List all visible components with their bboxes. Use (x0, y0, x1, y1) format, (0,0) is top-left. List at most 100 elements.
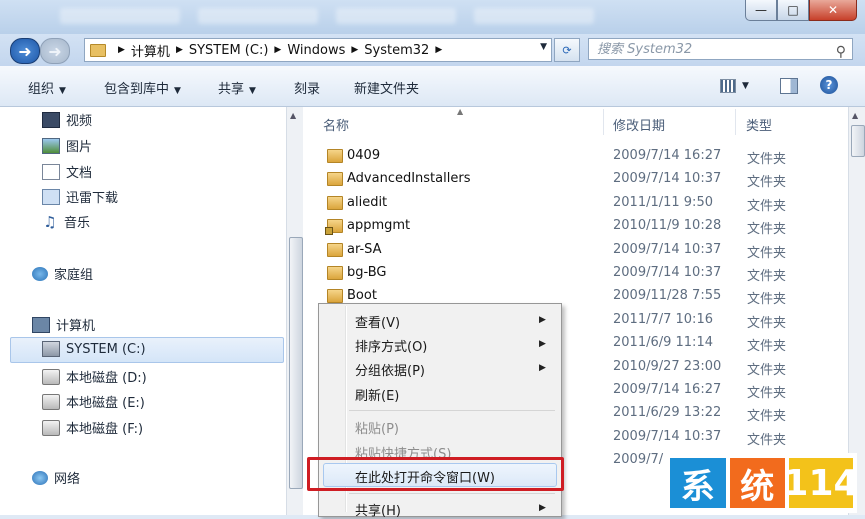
nav-item-music[interactable]: ♫ 音乐 (42, 212, 90, 231)
menu-separator (349, 410, 555, 411)
chevron-right-icon[interactable]: ▶ (435, 45, 442, 55)
disk-icon (42, 368, 60, 385)
system-drive-icon (42, 341, 60, 357)
scroll-up-icon[interactable]: ▲ (290, 111, 296, 120)
nav-item-videos[interactable]: 视频 (42, 110, 92, 129)
file-type: 文件夹 (747, 222, 787, 238)
column-header-type[interactable]: 类型 (746, 115, 772, 134)
breadcrumb-system32[interactable]: System32 (364, 43, 429, 58)
file-row[interactable]: appmgmt 2010/11/9 10:28 文件夹 (323, 215, 848, 238)
scroll-up-icon[interactable]: ▲ (852, 111, 858, 120)
nav-item-pictures[interactable]: 图片 (42, 136, 92, 155)
file-type: 文件夹 (747, 152, 787, 167)
menu-item-sort[interactable]: 排序方式(O) (355, 336, 427, 355)
view-grid-icon (720, 79, 736, 93)
arrow-left-icon: ➜ (18, 41, 32, 61)
file-date: 2011/1/11 9:50 (613, 194, 713, 210)
column-header-name[interactable]: 名称 (323, 115, 349, 134)
nav-item-label: 文档 (66, 166, 93, 181)
sort-arrow-icon: ▲ (457, 107, 464, 116)
chevron-right-icon[interactable]: ▶ (274, 45, 281, 55)
folder-icon (327, 172, 343, 187)
breadcrumb-windows[interactable]: Windows (287, 43, 345, 58)
search-input[interactable]: 搜索 System32 ⚲ (588, 38, 853, 60)
disk-icon (42, 393, 60, 410)
nav-item-downloads[interactable]: 迅雷下载 (42, 187, 118, 206)
nav-item-label: 视频 (66, 114, 93, 129)
menu-item-group[interactable]: 分组依据(P) (355, 360, 425, 379)
help-button[interactable]: ? (820, 76, 838, 94)
close-button[interactable]: ✕ (809, 0, 857, 21)
column-divider[interactable] (603, 109, 604, 135)
breadcrumb-computer[interactable]: 计算机 (131, 41, 170, 60)
share-button[interactable]: 共享 ▼ (218, 78, 256, 97)
address-bar[interactable]: ▶ 计算机 ▶ SYSTEM (C:) ▶ Windows ▶ System32… (84, 38, 552, 62)
chevron-down-icon: ▼ (174, 86, 181, 96)
nav-item-disk-e[interactable]: 本地磁盘 (E:) (42, 392, 145, 411)
nav-item-network[interactable]: 网络 (32, 468, 80, 487)
menu-item-view[interactable]: 查看(V) (355, 312, 400, 331)
file-type: 文件夹 (747, 386, 787, 401)
nav-item-disk-d[interactable]: 本地磁盘 (D:) (42, 367, 147, 386)
search-icon[interactable]: ⚲ (836, 41, 846, 63)
nav-item-label: 本地磁盘 (F:) (66, 422, 144, 437)
back-button[interactable]: ➜ (10, 38, 40, 64)
menu-item-paste[interactable]: 粘贴(P) (355, 418, 399, 437)
preview-pane-button[interactable] (780, 76, 798, 96)
nav-item-computer[interactable]: 计算机 (32, 315, 95, 334)
menu-item-share[interactable]: 共享(H) (355, 500, 401, 519)
minimize-button[interactable]: — (745, 0, 777, 21)
chevron-right-icon[interactable]: ▶ (351, 45, 358, 55)
documents-icon (42, 163, 60, 180)
blurred-taskbar-tabs (60, 8, 620, 28)
watermark-char-2: 统 (729, 458, 785, 508)
chevron-right-icon[interactable]: ▶ (176, 45, 183, 55)
file-date: 2011/7/7 10:16 (613, 311, 713, 327)
nav-item-label: SYSTEM (C:) (66, 341, 146, 357)
file-date: 2009/7/14 10:37 (613, 171, 722, 187)
nav-item-homegroup[interactable]: 家庭组 (32, 264, 93, 283)
address-dropdown-icon[interactable]: ▼ (540, 42, 547, 52)
video-icon (42, 111, 60, 128)
nav-item-label: 本地磁盘 (D:) (66, 371, 147, 386)
column-divider[interactable] (735, 109, 736, 135)
burn-button[interactable]: 刻录 (294, 78, 320, 97)
file-row[interactable]: AdvancedInstallers 2009/7/14 10:37 文件夹 (323, 168, 848, 191)
breadcrumb-system-drive[interactable]: SYSTEM (C:) (189, 43, 269, 58)
file-row[interactable]: bg-BG 2009/7/14 10:37 文件夹 (323, 262, 848, 285)
address-row: ➜ ➜ ▶ 计算机 ▶ SYSTEM (C:) ▶ Windows ▶ Syst… (0, 34, 865, 66)
chevron-down-icon: ▼ (742, 81, 749, 91)
nav-scrollbar[interactable]: ▲ (286, 107, 304, 515)
new-folder-button[interactable]: 新建文件夹 (354, 78, 419, 97)
submenu-arrow-icon: ▶ (539, 339, 546, 349)
forward-button[interactable]: ➜ (40, 38, 70, 64)
nav-item-label: 计算机 (56, 319, 96, 334)
nav-item-disk-f[interactable]: 本地磁盘 (F:) (42, 418, 143, 437)
organize-button[interactable]: 组织 ▼ (28, 78, 66, 97)
file-date: 2010/9/27 23:00 (613, 358, 722, 374)
change-view-button[interactable]: ▼ (720, 76, 749, 96)
file-name: AdvancedInstallers (347, 171, 471, 187)
maximize-button[interactable]: □ (777, 0, 809, 21)
file-row[interactable]: aliedit 2011/1/11 9:50 文件夹 (323, 192, 848, 215)
file-row[interactable]: 0409 2009/7/14 16:27 文件夹 (323, 145, 848, 168)
folder-icon (327, 266, 343, 280)
breadcrumb: ▶ 计算机 ▶ SYSTEM (C:) ▶ Windows ▶ System32… (112, 41, 448, 60)
downloads-icon (42, 188, 60, 205)
file-row[interactable]: ar-SA 2009/7/14 10:37 文件夹 (323, 239, 848, 262)
content-scrollbar-thumb[interactable] (851, 125, 865, 157)
file-type: 文件夹 (747, 198, 787, 214)
file-date: 2009/7/14 10:37 (613, 265, 722, 280)
file-type: 文件夹 (747, 362, 787, 378)
menu-item-refresh[interactable]: 刷新(E) (355, 385, 399, 404)
file-date: 2009/7/14 10:37 (613, 428, 722, 444)
refresh-button[interactable]: ⟳ (554, 38, 580, 62)
include-library-button[interactable]: 包含到库中 ▼ (104, 78, 181, 97)
column-header-date[interactable]: 修改日期 (613, 115, 665, 134)
nav-scrollbar-thumb[interactable] (289, 237, 303, 489)
nav-item-documents[interactable]: 文档 (42, 162, 92, 181)
file-name: bg-BG (347, 265, 387, 280)
nav-item-label: 网络 (54, 472, 81, 487)
nav-item-system-drive[interactable]: SYSTEM (C:) (42, 341, 146, 357)
file-date: 2009/7/14 10:37 (613, 241, 722, 257)
